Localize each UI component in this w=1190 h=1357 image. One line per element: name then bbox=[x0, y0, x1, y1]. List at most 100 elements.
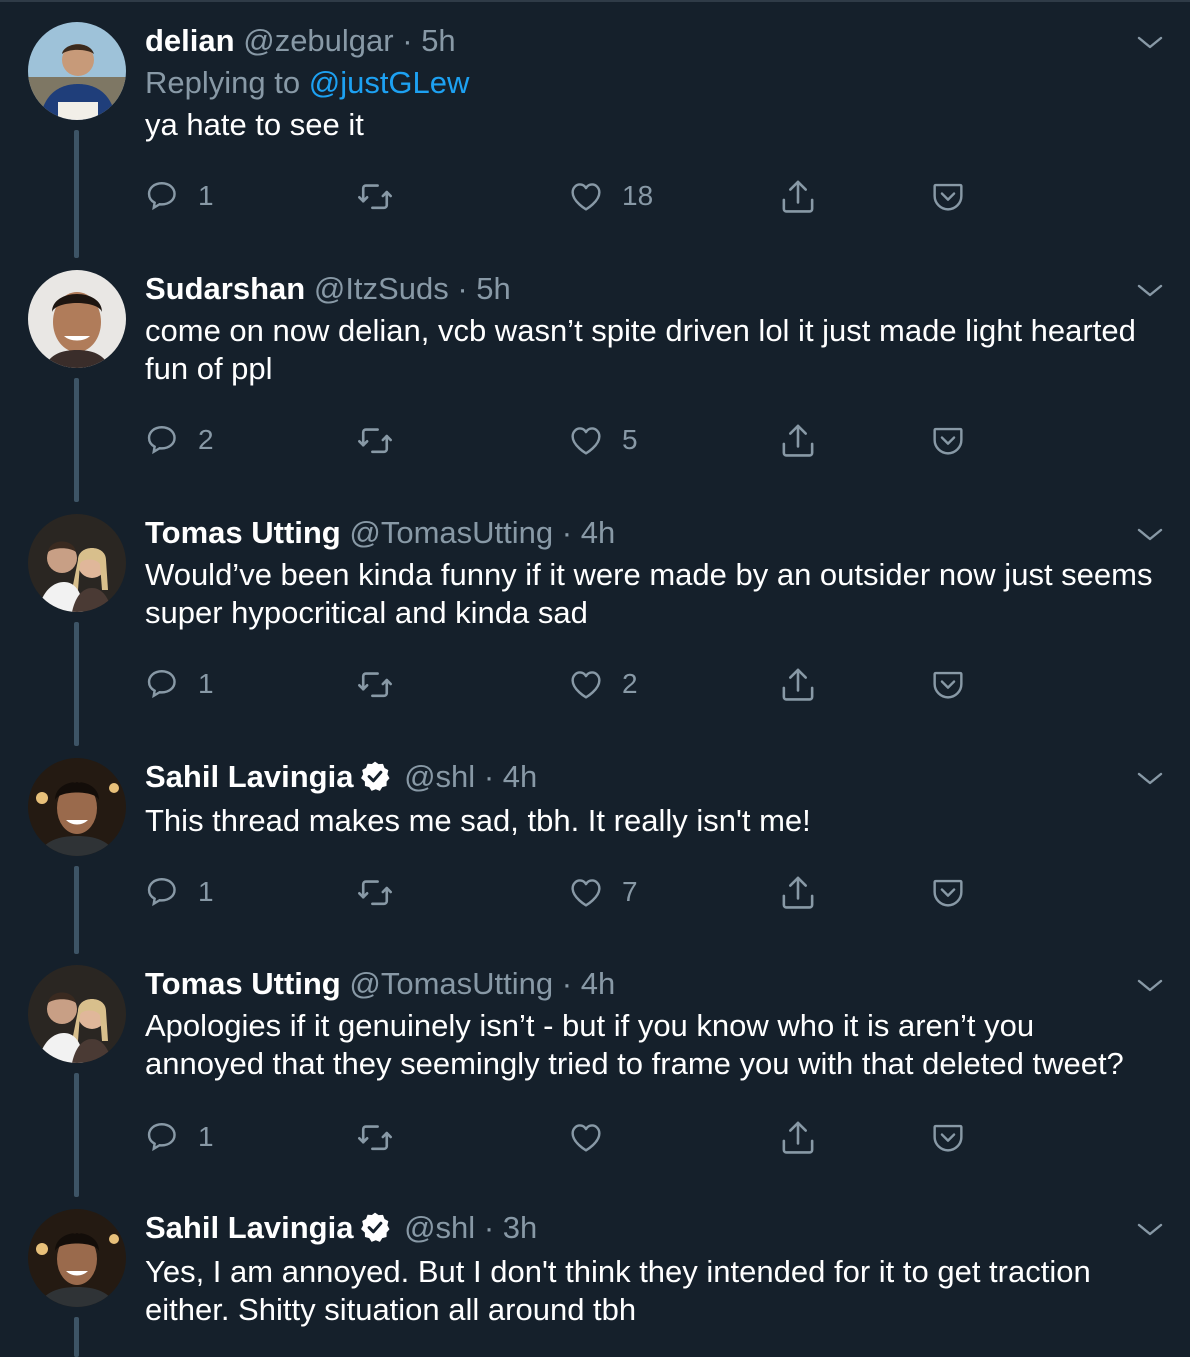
like-count: 7 bbox=[622, 876, 638, 907]
like-button[interactable]: 18 bbox=[568, 176, 653, 216]
tweet[interactable]: Sahil Lavingia @shl · 3h Yes, I am annoy… bbox=[0, 1187, 1190, 1357]
like-icon bbox=[571, 427, 601, 455]
avatar[interactable] bbox=[28, 965, 126, 1063]
tweet-actions: 1 7 bbox=[0, 872, 1190, 912]
thread-line bbox=[74, 1317, 79, 1357]
retweet-button[interactable] bbox=[356, 420, 394, 460]
share-button[interactable] bbox=[780, 664, 816, 704]
avatar[interactable] bbox=[28, 270, 126, 368]
verified-badge-icon bbox=[359, 760, 392, 792]
save-icon bbox=[933, 879, 963, 907]
timestamp[interactable]: 4h bbox=[503, 759, 537, 794]
user-handle[interactable]: @TomasUtting bbox=[349, 966, 553, 1001]
tweet-actions: 1 bbox=[0, 1117, 1190, 1157]
user-handle[interactable]: @TomasUtting bbox=[349, 515, 553, 550]
like-button[interactable]: 5 bbox=[568, 420, 638, 460]
chevron-down-icon[interactable] bbox=[1136, 30, 1164, 59]
tweet-header: Sahil Lavingia @shl · 3h bbox=[145, 1209, 537, 1247]
separator-dot: · bbox=[402, 23, 413, 58]
like-count: 18 bbox=[622, 180, 654, 211]
display-name[interactable]: Sahil Lavingia bbox=[145, 1210, 353, 1245]
display-name[interactable]: Sudarshan bbox=[145, 271, 305, 306]
save-button[interactable] bbox=[930, 1117, 966, 1157]
tweet-text: Apologies if it genuinely isn’t - but if… bbox=[145, 1007, 1165, 1083]
tweet[interactable]: Tomas Utting @TomasUtting · 4h Apologies… bbox=[0, 943, 1190, 1197]
like-button[interactable]: 7 bbox=[568, 872, 638, 912]
tweet-header: Tomas Utting @TomasUtting · 4h bbox=[145, 514, 615, 552]
chevron-down-icon[interactable] bbox=[1136, 766, 1164, 795]
like-button[interactable] bbox=[568, 1117, 622, 1157]
tweet[interactable]: delian @zebulgar · 5h Replying to @justG… bbox=[0, 0, 1190, 258]
save-button[interactable] bbox=[930, 176, 966, 216]
user-handle[interactable]: @shl bbox=[404, 759, 475, 794]
share-button[interactable] bbox=[780, 872, 816, 912]
tweet-text-line: Yes, I am annoyed. But I don't think the… bbox=[145, 1254, 1091, 1289]
reply-button[interactable]: 2 bbox=[146, 420, 214, 460]
share-button[interactable] bbox=[780, 420, 816, 460]
separator-dot: · bbox=[561, 966, 573, 1001]
reply-count: 1 bbox=[198, 668, 214, 699]
timestamp[interactable]: 3h bbox=[503, 1210, 537, 1245]
user-handle[interactable]: @shl bbox=[404, 1210, 475, 1245]
reply-button[interactable]: 1 bbox=[146, 176, 214, 216]
timestamp[interactable]: 5h bbox=[476, 271, 510, 306]
display-name[interactable]: Tomas Utting bbox=[145, 966, 341, 1001]
like-icon bbox=[571, 671, 601, 699]
replying-to-link[interactable]: @justGLew bbox=[309, 65, 470, 100]
tweet[interactable]: Sudarshan @ItzSuds · 5h come on now deli… bbox=[0, 248, 1190, 502]
share-icon bbox=[782, 876, 814, 909]
avatar[interactable] bbox=[28, 1209, 126, 1307]
share-button[interactable] bbox=[780, 176, 816, 216]
avatar[interactable] bbox=[28, 758, 126, 856]
reply-button[interactable]: 1 bbox=[146, 872, 214, 912]
timestamp[interactable]: 4h bbox=[581, 966, 615, 1001]
avatar[interactable] bbox=[28, 22, 126, 120]
tweet[interactable]: Tomas Utting @TomasUtting · 4h Would’ve … bbox=[0, 492, 1190, 746]
retweet-button[interactable] bbox=[356, 664, 394, 704]
reply-button[interactable]: 1 bbox=[146, 1117, 214, 1157]
replying-to-label: Replying to bbox=[145, 65, 301, 100]
share-button[interactable] bbox=[780, 1117, 816, 1157]
user-handle[interactable]: @ItzSuds bbox=[314, 271, 449, 306]
share-icon bbox=[782, 180, 814, 213]
tweet-text-line: This thread makes me sad, tbh. It really… bbox=[145, 803, 811, 838]
chevron-down-icon[interactable] bbox=[1136, 522, 1164, 551]
tweet-text-line: annoyed that they seemingly tried to fra… bbox=[145, 1046, 1124, 1081]
display-name[interactable]: Sahil Lavingia bbox=[145, 759, 353, 794]
like-icon bbox=[571, 183, 601, 211]
chevron-down-icon[interactable] bbox=[1136, 973, 1164, 1002]
display-name[interactable]: Tomas Utting bbox=[145, 515, 341, 550]
share-icon bbox=[782, 668, 814, 701]
chevron-down-icon[interactable] bbox=[1136, 278, 1164, 307]
reply-icon bbox=[147, 1123, 176, 1150]
tweet-actions: 1 2 bbox=[0, 664, 1190, 704]
chevron-down-icon[interactable] bbox=[1136, 1217, 1164, 1246]
like-icon bbox=[571, 1124, 601, 1152]
save-icon bbox=[933, 1124, 963, 1152]
retweet-button[interactable] bbox=[356, 176, 394, 216]
tweet-text-line: Would’ve been kinda funny if it were mad… bbox=[145, 557, 1153, 592]
like-count: 2 bbox=[622, 668, 638, 699]
like-button[interactable]: 2 bbox=[568, 664, 638, 704]
tweet-text: Would’ve been kinda funny if it were mad… bbox=[145, 556, 1165, 632]
reply-count: 1 bbox=[198, 1121, 214, 1152]
tweet-header: Sahil Lavingia @shl · 4h bbox=[145, 758, 537, 796]
tweet[interactable]: Sahil Lavingia @shl · 4h This thread mak… bbox=[0, 736, 1190, 954]
reply-button[interactable]: 1 bbox=[146, 664, 214, 704]
save-button[interactable] bbox=[930, 872, 966, 912]
save-icon bbox=[933, 183, 963, 211]
display-name[interactable]: delian bbox=[145, 23, 235, 58]
timestamp[interactable]: 5h bbox=[421, 23, 455, 58]
save-button[interactable] bbox=[930, 664, 966, 704]
tweet-header: Tomas Utting @TomasUtting · 4h bbox=[145, 965, 615, 1003]
separator-dot: · bbox=[457, 271, 468, 306]
tweet-text-line: ya hate to see it bbox=[145, 107, 364, 142]
like-count: 5 bbox=[622, 424, 638, 455]
timestamp[interactable]: 4h bbox=[581, 515, 615, 550]
retweet-button[interactable] bbox=[356, 872, 394, 912]
save-button[interactable] bbox=[930, 420, 966, 460]
user-handle[interactable]: @zebulgar bbox=[243, 23, 393, 58]
tweet-header: delian @zebulgar · 5h bbox=[145, 22, 456, 60]
avatar[interactable] bbox=[28, 514, 126, 612]
retweet-button[interactable] bbox=[356, 1117, 394, 1157]
